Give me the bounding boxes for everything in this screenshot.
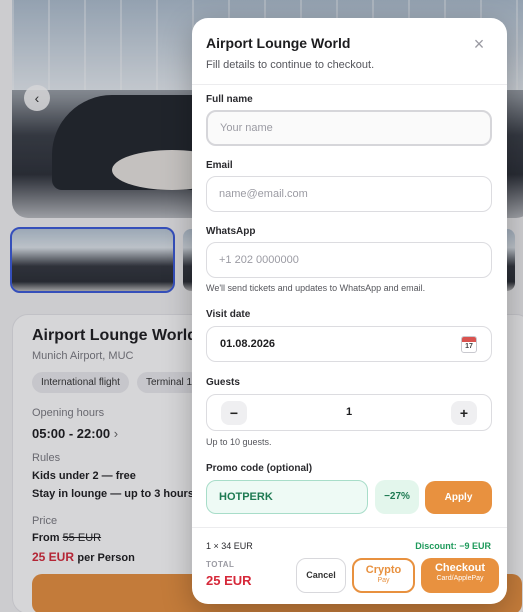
checkout-button[interactable]: Checkout Card/ApplePay — [421, 558, 499, 593]
visit-date-value: 01.08.2026 — [220, 338, 276, 350]
total-value: 25 EUR — [206, 573, 252, 588]
modal-subtitle: Fill details to continue to checkout. — [206, 59, 375, 71]
modal-footer: 1 × 34 EUR Discount: −9 EUR TOTAL 25 EUR… — [192, 527, 507, 604]
email-label: Email — [206, 160, 233, 171]
checkout-label: Checkout — [434, 562, 486, 574]
total-label: TOTAL — [206, 560, 235, 569]
cancel-button[interactable]: Cancel — [296, 558, 346, 593]
crypto-label: Crypto — [365, 564, 402, 576]
close-icon[interactable]: × — [469, 34, 489, 54]
visit-date-field[interactable]: 01.08.2026 17 — [206, 326, 492, 362]
whatsapp-hint: We'll send tickets and updates to WhatsA… — [206, 283, 426, 293]
email-input[interactable] — [206, 176, 492, 212]
apply-button[interactable]: Apply — [425, 481, 492, 514]
promo-code-input[interactable]: HOTPERK — [206, 480, 368, 514]
checkout-modal: Airport Lounge World Fill details to con… — [192, 18, 507, 604]
guests-value: 1 — [345, 406, 353, 418]
price-calculation: 1 × 34 EUR — [206, 541, 253, 551]
full-name-input[interactable] — [206, 110, 492, 146]
calendar-day: 17 — [465, 343, 473, 350]
guests-stepper: − 1 + — [206, 394, 492, 431]
crypto-sub-label: Pay — [377, 577, 390, 584]
guests-label: Guests — [206, 377, 240, 388]
checkout-sub-label: Card/ApplePay — [436, 575, 484, 582]
full-name-label: Full name — [206, 94, 253, 105]
guests-hint: Up to 10 guests. — [206, 437, 272, 447]
modal-title: Airport Lounge World — [206, 35, 351, 51]
whatsapp-label: WhatsApp — [206, 226, 256, 237]
promo-label: Promo code (optional) — [206, 463, 313, 474]
plus-button[interactable]: + — [451, 401, 477, 425]
whatsapp-input[interactable] — [206, 242, 492, 278]
calendar-icon[interactable]: 17 — [461, 336, 477, 353]
crypto-pay-button[interactable]: Crypto Pay — [352, 558, 415, 593]
modal-header: Airport Lounge World Fill details to con… — [192, 18, 507, 85]
promo-discount-badge: −27% — [375, 480, 419, 514]
discount-text: Discount: −9 EUR — [415, 541, 491, 551]
visit-date-label: Visit date — [206, 309, 251, 320]
